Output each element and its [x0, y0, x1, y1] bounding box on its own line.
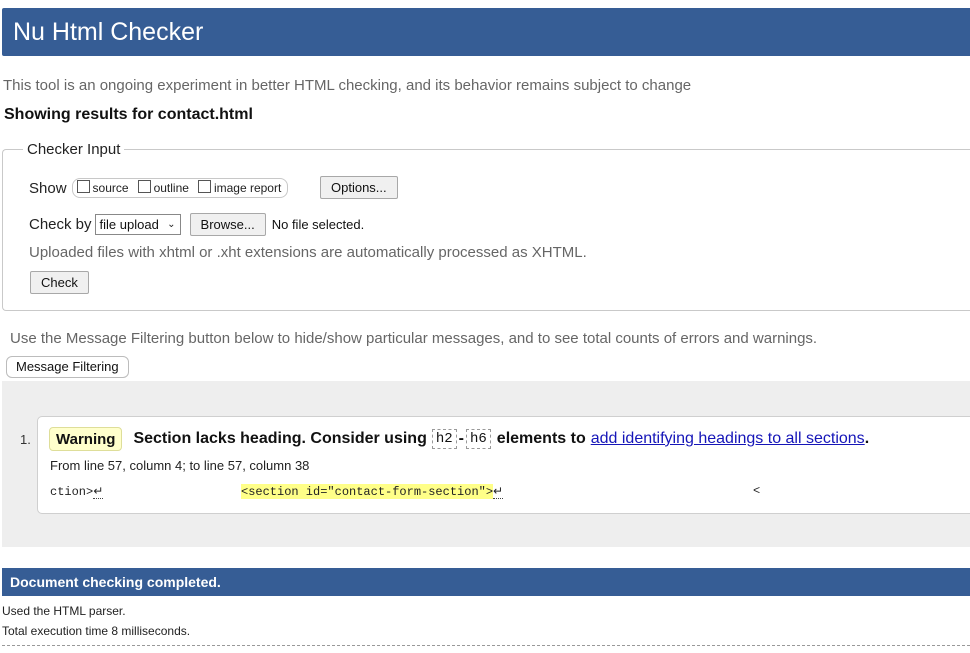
- message-text-end: .: [864, 430, 870, 447]
- bottom-divider: [2, 645, 970, 646]
- image-report-checkbox[interactable]: [197, 179, 211, 193]
- check-by-label: Check by: [29, 215, 92, 233]
- message-location: From line 57, column 4; to line 57, colu…: [50, 458, 310, 473]
- message-text-before: Section lacks heading. Consider using: [133, 430, 427, 447]
- completion-title: Document checking completed.: [10, 574, 221, 590]
- code-h6: h6: [465, 429, 491, 449]
- file-status: No file selected.: [271, 216, 365, 232]
- check-button[interactable]: Check: [30, 271, 89, 294]
- extract-highlight: <section id="contact-form-section">↵: [241, 484, 504, 499]
- warning-badge: Warning: [49, 427, 123, 451]
- show-image-report-option[interactable]: image report: [197, 179, 282, 195]
- source-checkbox[interactable]: [76, 179, 90, 193]
- parser-note: Used the HTML parser.: [2, 604, 126, 618]
- options-button[interactable]: Options...: [320, 176, 398, 199]
- xhtml-note: Uploaded files with xhtml or .xht extens…: [29, 244, 587, 261]
- source-label: source: [92, 181, 129, 195]
- check-by-select[interactable]: file upload ⌄: [94, 213, 181, 235]
- message-number: 1.: [20, 432, 31, 447]
- app-title: Nu Html Checker: [13, 18, 204, 46]
- message-text: Section lacks heading. Consider using h2…: [133, 429, 869, 449]
- extract-after: <: [753, 484, 761, 498]
- completion-bar: Document checking completed.: [2, 568, 970, 596]
- check-by-value: file upload: [99, 216, 159, 232]
- chevron-down-icon: ⌄: [167, 218, 176, 230]
- checker-input-legend: Checker Input: [27, 141, 121, 158]
- source-extract: ction>↵ <section id="contact-form-sectio…: [50, 484, 950, 502]
- show-label: Show: [29, 179, 67, 197]
- show-row: Show source outline image report: [29, 176, 289, 200]
- headings-help-link[interactable]: add identifying headings to all sections: [591, 430, 865, 448]
- image-report-label: image report: [213, 181, 282, 195]
- show-source-option[interactable]: source: [76, 179, 129, 195]
- outline-label: outline: [153, 181, 189, 195]
- check-by-row: Check by file upload ⌄ Browse... No file…: [29, 212, 364, 236]
- code-separator: -: [458, 430, 464, 447]
- intro-text: This tool is an ongoing experiment in be…: [3, 77, 692, 94]
- message-filtering-button[interactable]: Message Filtering: [6, 356, 129, 378]
- return-icon: ↵: [493, 484, 504, 499]
- show-outline-option[interactable]: outline: [137, 179, 189, 195]
- browse-button[interactable]: Browse...: [189, 212, 266, 236]
- app-header: Nu Html Checker: [2, 8, 970, 56]
- show-options-group: source outline image report: [71, 178, 289, 198]
- outline-checkbox[interactable]: [137, 179, 151, 193]
- code-h2: h2: [431, 429, 457, 449]
- extract-before: ction>↵: [50, 484, 104, 499]
- return-icon: ↵: [93, 484, 104, 499]
- message-header: Warning Section lacks heading. Consider …: [49, 426, 869, 452]
- results-title: Showing results for contact.html: [4, 106, 253, 123]
- filter-note: Use the Message Filtering button below t…: [10, 330, 818, 347]
- execution-time-note: Total execution time 8 milliseconds.: [2, 624, 191, 638]
- message-text-after: elements to: [496, 430, 586, 447]
